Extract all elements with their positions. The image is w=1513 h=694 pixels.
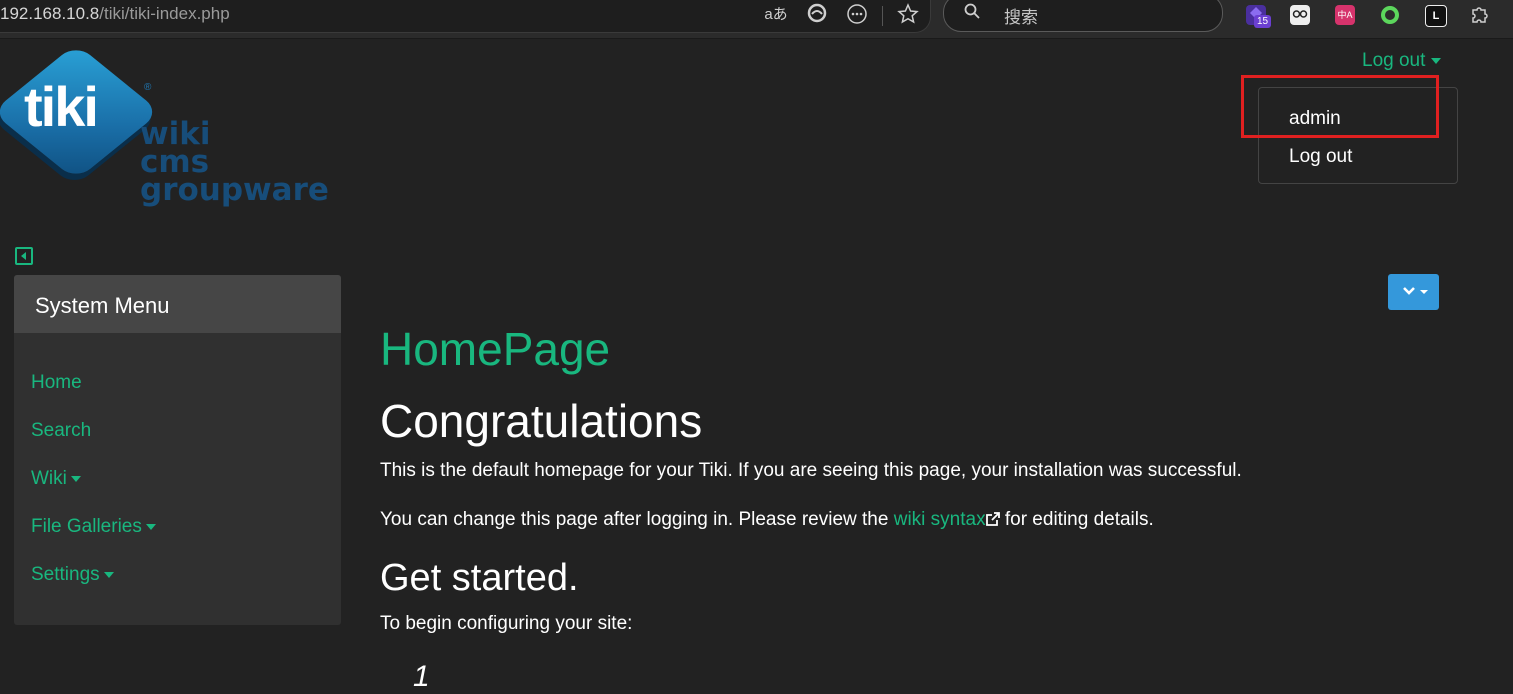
more-options-icon[interactable] xyxy=(845,3,869,27)
read-aloud-icon[interactable]: aあ xyxy=(764,3,788,27)
logo-tagline: wiki cms groupware xyxy=(140,116,329,208)
browser-toolbar: 192.168.10.8/tiki/tiki-index.php aあ 搜索 1… xyxy=(0,0,1513,39)
heading-congratulations: Congratulations xyxy=(380,395,703,447)
search-icon xyxy=(964,3,980,19)
logo-brand-text: tiki xyxy=(24,75,99,138)
glasses-extension-icon[interactable] xyxy=(1290,5,1310,25)
system-menu-title: System Menu xyxy=(35,293,170,318)
annotation-highlight-box xyxy=(1241,75,1439,138)
url-text[interactable]: 192.168.10.8/tiki/tiki-index.php xyxy=(0,4,230,24)
chevron-down-icon xyxy=(1403,287,1415,295)
sidebar-toggle-button[interactable] xyxy=(15,247,33,265)
sidebar-item-settings[interactable]: Settings xyxy=(31,564,114,586)
sidebar-item-search[interactable]: Search xyxy=(31,420,91,442)
sidebar-item-home[interactable]: Home xyxy=(31,372,82,394)
chevron-down-icon xyxy=(1431,57,1442,64)
heading-get-started: Get started. xyxy=(380,557,579,599)
caret-down-icon xyxy=(103,571,114,578)
green-ring-extension-icon[interactable] xyxy=(1380,5,1400,25)
list-number: 1 xyxy=(413,660,430,693)
paragraph-configure: To begin configuring your site: xyxy=(380,613,633,634)
search-box[interactable]: 搜索 xyxy=(943,0,1223,32)
system-menu-header: System Menu xyxy=(14,275,341,333)
paragraph-review: You can change this page after logging i… xyxy=(380,509,1154,530)
page-actions-button[interactable] xyxy=(1388,274,1439,310)
page-title[interactable]: HomePage xyxy=(380,322,610,376)
caret-down-icon xyxy=(1420,290,1428,294)
site-logo[interactable]: tiki ® wiki cms groupware xyxy=(0,43,329,220)
logout-toggle-label: Log out xyxy=(1362,50,1426,71)
extensions-puzzle-icon[interactable] xyxy=(1468,3,1492,27)
collapse-left-icon xyxy=(21,252,26,260)
address-bar[interactable]: 192.168.10.8/tiki/tiki-index.php xyxy=(0,0,931,33)
sidebar-item-file-galleries[interactable]: File Galleries xyxy=(31,516,156,538)
sidebar-item-wiki[interactable]: Wiki xyxy=(31,468,81,490)
paragraph-intro: This is the default homepage for your Ti… xyxy=(380,460,1242,481)
dropdown-item-logout[interactable]: Log out xyxy=(1289,146,1352,168)
extension-badge: 15 xyxy=(1254,15,1271,28)
caret-down-icon xyxy=(145,523,156,530)
search-placeholder: 搜索 xyxy=(1004,8,1038,27)
external-link-icon xyxy=(985,512,1000,526)
wiki-syntax-link[interactable]: wiki syntax xyxy=(894,509,986,530)
caret-down-icon xyxy=(70,475,81,482)
toolbar-divider xyxy=(882,6,883,26)
lt-extension-icon[interactable]: L xyxy=(1425,5,1447,27)
edge-icon[interactable] xyxy=(805,3,829,27)
system-menu-panel: System Menu Home Search Wiki File Galler… xyxy=(14,275,341,625)
translate-extension-icon[interactable]: 中A xyxy=(1335,5,1355,25)
favorite-star-icon[interactable] xyxy=(896,3,920,27)
logout-dropdown-toggle[interactable]: Log out xyxy=(1362,50,1442,72)
logo-registered-mark: ® xyxy=(144,82,152,93)
